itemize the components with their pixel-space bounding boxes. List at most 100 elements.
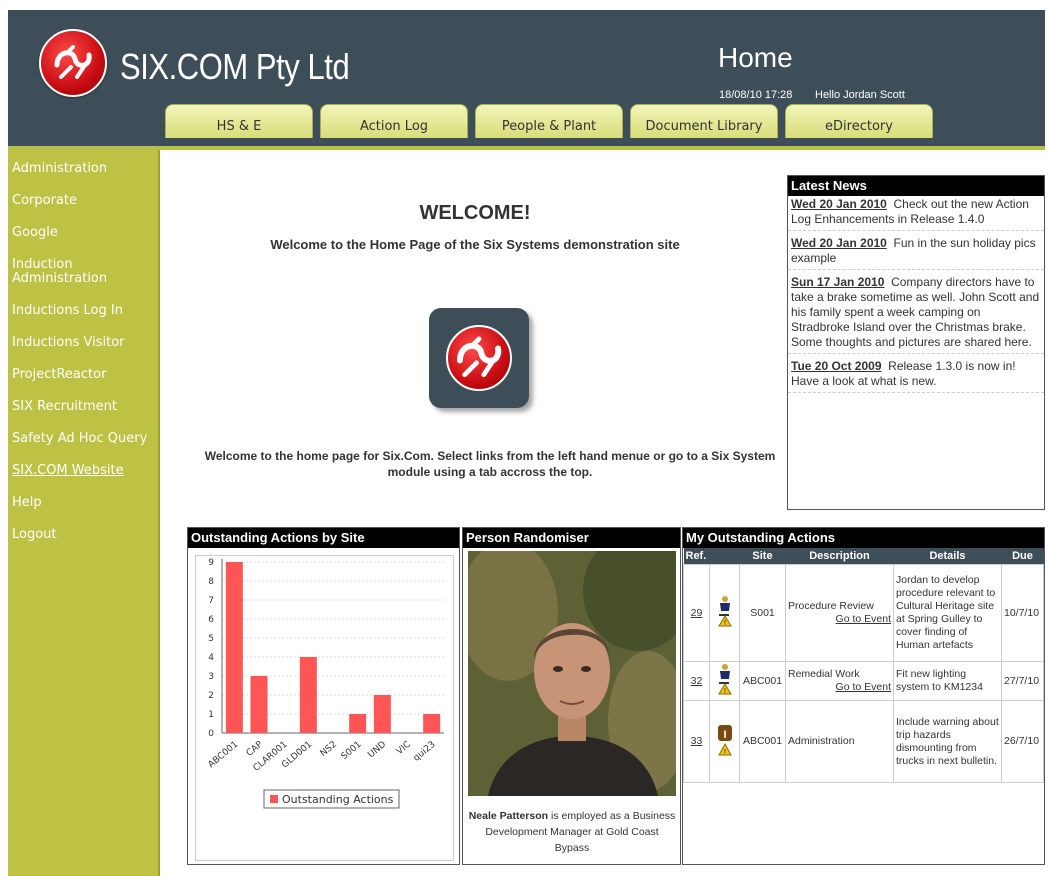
action-desc-text: Remedial Work — [788, 668, 860, 680]
news-date-link[interactable]: Wed 20 Jan 2010 — [791, 197, 887, 211]
person-panel-title: Person Randomiser — [463, 528, 680, 548]
tab-hse[interactable]: HS & E — [165, 104, 313, 138]
svg-text:!: ! — [724, 749, 726, 756]
bar — [225, 562, 243, 733]
actions-panel-title: My Outstanding Actions — [683, 528, 1044, 548]
sidebar-item-logout[interactable]: Logout — [8, 528, 158, 542]
my-outstanding-actions-panel: My Outstanding Actions Ref. Site Descrip… — [682, 527, 1045, 865]
y-tick-label: 4 — [208, 653, 214, 663]
sidebar-item-administration[interactable]: Administration — [8, 162, 158, 176]
company-logo — [39, 29, 107, 97]
sidebar: Administration Corporate Google Inductio… — [8, 150, 160, 876]
timestamp: 18/08/10 17:28 — [719, 89, 793, 101]
welcome-title: WELCOME! — [419, 202, 531, 224]
bar — [349, 714, 367, 733]
svg-text:!: ! — [724, 688, 726, 695]
legend-label: Outstanding Actions — [282, 793, 394, 806]
page-title: Home — [718, 42, 793, 73]
news-item: Tue 20 Oct 2009 Release 1.3.0 is now in!… — [788, 358, 1044, 393]
center-logo — [429, 308, 529, 408]
x-tick-label: S001 — [340, 740, 364, 762]
table-row: 29 ! S001 Procedure Review Go to Event J… — [683, 564, 1044, 662]
outstanding-actions-chart-panel: Outstanding Actions by Site 0 1 2 3 4 5 6 7 8 9 AB… — [187, 527, 460, 865]
tab-document-library[interactable]: Document Library — [630, 104, 778, 138]
col-description: Description — [785, 548, 894, 565]
col-site: Site — [739, 548, 786, 565]
action-ref-link[interactable]: 32 — [683, 661, 710, 701]
action-description: Remedial Work Go to Event — [785, 661, 894, 701]
col-due: Due — [1001, 548, 1044, 565]
col-details: Details — [893, 548, 1002, 565]
tab-edirectory[interactable]: eDirectory — [785, 104, 933, 138]
action-due: 26/7/10 — [1001, 700, 1044, 783]
action-details: Fit new lighting system to KM1234 — [893, 661, 1002, 701]
person-name: Neale Patterson — [468, 810, 549, 822]
col-ref: Ref. — [683, 548, 710, 565]
y-tick-label: 6 — [208, 615, 214, 625]
chart-panel-title: Outstanding Actions by Site — [188, 528, 459, 548]
y-tick-label: 9 — [208, 558, 214, 568]
sidebar-item-six-website[interactable]: SIX.COM Website — [8, 464, 158, 478]
bar — [250, 676, 268, 733]
x-tick-label: ABC001 — [207, 740, 241, 771]
person-caption: Neale Patterson is employed as a Busines… — [468, 808, 676, 856]
action-ref-link[interactable]: 33 — [683, 700, 710, 783]
x-tick-label: UND — [366, 740, 388, 761]
chart-area: 0 1 2 3 4 5 6 7 8 9 ABC001 CAP CLAR001 GLD001 NS2 S001 U… — [195, 555, 454, 861]
tab-bar: HS & E Action Log People & Plant Documen… — [165, 104, 933, 138]
sidebar-item-inductions-visitor[interactable]: Inductions Visitor — [8, 336, 158, 350]
person-randomiser-panel: Person Randomiser Neale Patterson is emp… — [462, 527, 681, 865]
sidebar-item-projectreactor[interactable]: ProjectReactor — [8, 368, 158, 382]
sidebar-item-safety-ad-hoc-query[interactable]: Safety Ad Hoc Query — [8, 432, 158, 446]
actions-table: Ref. Site Description Details Due 29 ! S… — [683, 548, 1044, 783]
x-tick-label: VIC — [395, 740, 413, 757]
sidebar-item-six-recruitment[interactable]: SIX Recruitment — [8, 400, 158, 414]
col-icon — [709, 548, 740, 565]
action-details: Include warning about trip hazards dismo… — [893, 700, 1002, 783]
x-tick-label: qui23 — [412, 740, 438, 764]
sidebar-item-help[interactable]: Help — [8, 496, 158, 510]
sidebar-item-corporate[interactable]: Corporate — [8, 194, 158, 208]
header-divider — [8, 146, 1045, 150]
news-date-link[interactable]: Tue 20 Oct 2009 — [791, 359, 882, 373]
svg-text:I: I — [723, 729, 726, 741]
bar — [299, 657, 317, 733]
svg-text:!: ! — [724, 620, 726, 627]
x-tick-label: CAP — [245, 739, 266, 759]
news-title: Latest News — [788, 176, 1044, 196]
news-date-link[interactable]: Wed 20 Jan 2010 — [791, 236, 887, 250]
x-tick-label: NS2 — [319, 740, 339, 759]
action-ref-link[interactable]: 29 — [683, 564, 710, 662]
company-name: SIX.COM Pty Ltd — [120, 46, 350, 87]
sidebar-item-induction-administration[interactable]: Induction Administration — [8, 258, 118, 286]
table-header-row: Ref. Site Description Details Due — [683, 548, 1044, 565]
action-details: Jordan to develop procedure relevant to … — [893, 564, 1002, 662]
table-row: 32 ! ABC001 Remedial Work Go to Event Fi… — [683, 661, 1044, 701]
table-row: 33 I! ABC001 Administration Include warn… — [683, 700, 1044, 783]
action-site: S001 — [739, 564, 786, 662]
news-date-link[interactable]: Sun 17 Jan 2010 — [791, 275, 884, 289]
go-to-event-link[interactable]: Go to Event — [788, 681, 891, 694]
info-warning-icon: I! — [709, 700, 740, 783]
y-tick-label: 7 — [208, 596, 214, 606]
go-to-event-link[interactable]: Go to Event — [788, 613, 891, 626]
tab-action-log[interactable]: Action Log — [320, 104, 468, 138]
person-photo — [468, 551, 676, 796]
news-item: Wed 20 Jan 2010 Fun in the sun holiday p… — [788, 235, 1044, 270]
sidebar-item-inductions-log-in[interactable]: Inductions Log In — [8, 304, 158, 318]
action-due: 10/7/10 — [1001, 564, 1044, 662]
bar-chart: 0123456789ABC001 CAPCLAR001GLD001 NS2 S001 U… — [207, 558, 444, 809]
y-tick-label: 5 — [208, 634, 214, 644]
y-tick-label: 0 — [208, 729, 214, 739]
action-description: Procedure Review Go to Event — [785, 564, 894, 662]
tab-people-plant[interactable]: People & Plant — [475, 104, 623, 138]
action-site: ABC001 — [739, 661, 786, 701]
y-tick-label: 8 — [208, 577, 214, 587]
legend-swatch — [270, 795, 278, 803]
person-warning-icon: ! — [709, 661, 740, 701]
y-tick-label: 3 — [208, 672, 214, 682]
welcome-body: Welcome to the home page for Six.Com. Se… — [204, 449, 776, 479]
sidebar-item-google[interactable]: Google — [8, 226, 158, 240]
bar — [373, 695, 391, 733]
action-description: Administration — [785, 700, 894, 783]
